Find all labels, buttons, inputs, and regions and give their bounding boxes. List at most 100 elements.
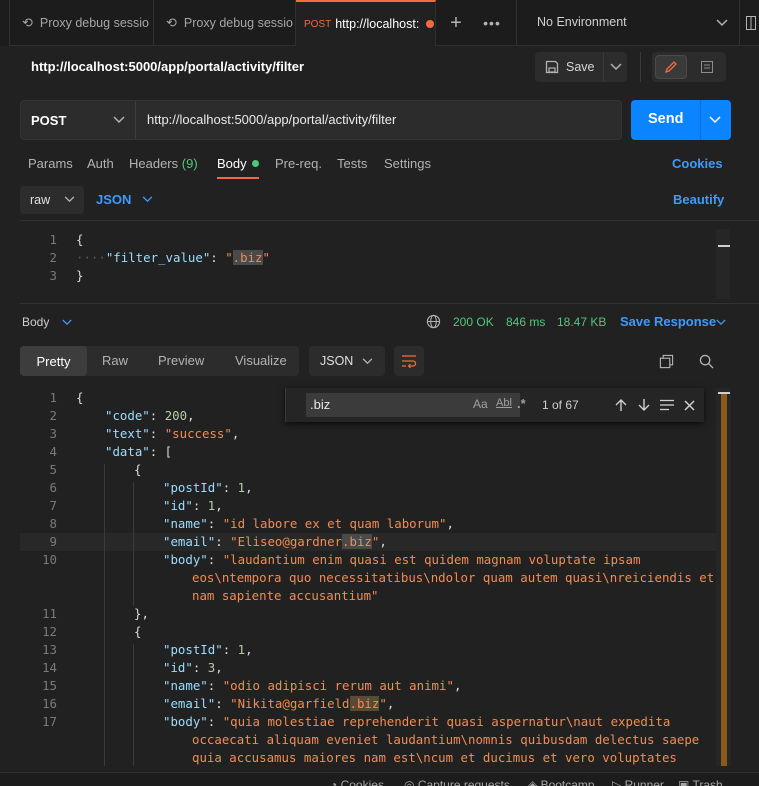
- close-icon[interactable]: [684, 400, 695, 411]
- scroll-thumb[interactable]: [718, 245, 730, 247]
- code-content: "id": 3,: [163, 659, 223, 677]
- send-chevron-icon[interactable]: [709, 116, 721, 124]
- code-line: 5{: [20, 461, 716, 479]
- code-token: "text": [105, 426, 150, 441]
- response-size[interactable]: 18.47 KB: [557, 315, 606, 329]
- save-response-button[interactable]: Save Response: [620, 314, 716, 329]
- code-token: :: [215, 696, 231, 711]
- find-input[interactable]: .biz Aa Abl .*: [306, 393, 526, 417]
- wrap-lines-icon[interactable]: [394, 346, 424, 376]
- search-match: .biz: [232, 250, 263, 265]
- tab-settings[interactable]: Settings: [384, 156, 431, 171]
- response-scrollbar[interactable]: [716, 388, 731, 766]
- chevron-down-icon[interactable]: [142, 196, 153, 203]
- match-word-icon[interactable]: Abl: [496, 397, 512, 409]
- tab-body[interactable]: Body: [217, 156, 259, 171]
- chevron-down-icon[interactable]: [716, 319, 726, 326]
- code-token: "name": [163, 516, 208, 531]
- cookies-link[interactable]: Cookies: [672, 156, 723, 171]
- tab-params[interactable]: Params: [28, 156, 73, 171]
- copy-icon[interactable]: [659, 354, 674, 369]
- tab-proxy-debug-1[interactable]: ⟲ Proxy debug sessio: [10, 0, 154, 46]
- scroll-thumb[interactable]: [718, 392, 730, 394]
- match-case-icon[interactable]: Aa: [473, 397, 488, 411]
- view-mode-toggle: [652, 52, 726, 82]
- code-content: "name": "odio adipisci rerum aut animi",: [163, 677, 461, 695]
- environment-selector[interactable]: No Environment: [537, 15, 627, 29]
- status-bar: ◔ Cookies ◎ Capture requests ◈ Bootcamp …: [0, 772, 759, 786]
- tab-proxy-debug-2[interactable]: ⟲ Proxy debug sessio: [154, 0, 296, 46]
- body-mode-select[interactable]: raw: [20, 186, 84, 214]
- edit-pencil-icon[interactable]: [655, 55, 687, 79]
- code-content: "body": "laudantium enim quasi est quide…: [163, 551, 640, 569]
- chevron-down-icon[interactable]: [714, 13, 730, 33]
- tab-auth[interactable]: Auth: [87, 156, 114, 171]
- statusbar-capture[interactable]: ◎ Capture requests: [404, 778, 510, 786]
- code-content: {: [76, 389, 83, 407]
- code-content: "email": "Eliseo@gardner.biz",: [163, 533, 387, 551]
- request-title[interactable]: http://localhost:5000/app/portal/activit…: [31, 59, 304, 74]
- url-input[interactable]: http://localhost:5000/app/portal/activit…: [147, 112, 396, 127]
- divider: [20, 303, 759, 304]
- statusbar-cookies[interactable]: ◔ Cookies: [330, 778, 384, 786]
- code-content: nam sapiente accusantium": [192, 587, 379, 605]
- code-token: ,: [245, 480, 253, 495]
- find-in-selection-icon[interactable]: [659, 399, 675, 411]
- chevron-down-icon[interactable]: [62, 319, 72, 326]
- statusbar-bootcamp[interactable]: ◈ Bootcamp: [528, 778, 595, 786]
- sidebar-toggle-icon[interactable]: [745, 14, 757, 32]
- method-select[interactable]: POST: [21, 101, 135, 139]
- code-line: eos\ntempora quo necessitatibus\ndolor q…: [20, 569, 716, 587]
- regex-icon[interactable]: .*: [517, 396, 526, 411]
- response-body-select[interactable]: Body: [22, 315, 49, 329]
- beautify-link[interactable]: Beautify: [673, 192, 724, 207]
- tab-active-request[interactable]: POST http://localhost:: [296, 0, 436, 46]
- save-chevron-icon[interactable]: [610, 63, 622, 71]
- statusbar-trash[interactable]: ▣ Trash: [678, 778, 723, 786]
- code-token: "laudantium enim quasi est quidem magnam…: [222, 552, 641, 567]
- request-body-editor[interactable]: 1 2 3 { ····"filter_value": ".biz" }: [20, 229, 731, 299]
- view-tab-pretty[interactable]: Pretty: [20, 346, 87, 376]
- code-token: : [: [149, 444, 173, 459]
- tab-headers[interactable]: Headers (9): [129, 156, 198, 171]
- code-token: "code": [105, 408, 150, 423]
- view-tab-visualize[interactable]: Visualize: [235, 353, 287, 368]
- code-token: nam sapiente accusantium": [192, 588, 379, 603]
- tab-prereq[interactable]: Pre-req.: [275, 156, 322, 171]
- code-token: :: [149, 408, 165, 423]
- editor-scrollbar[interactable]: [716, 229, 730, 299]
- new-tab-plus-icon[interactable]: +: [444, 12, 468, 34]
- view-tab-raw[interactable]: Raw: [102, 353, 128, 368]
- arrow-down-icon[interactable]: [638, 398, 650, 412]
- code-token: {: [134, 624, 142, 639]
- response-time[interactable]: 846 ms: [506, 315, 545, 329]
- save-button[interactable]: Save: [535, 52, 627, 82]
- view-tabs: Pretty Raw Preview Visualize: [20, 346, 299, 376]
- body-mode-label: raw: [30, 193, 51, 207]
- unsaved-dot-icon[interactable]: [426, 20, 435, 28]
- tab-headers-label: Headers: [129, 156, 179, 171]
- more-tabs-icon[interactable]: •••: [480, 12, 504, 34]
- code-token: ,: [215, 498, 223, 513]
- view-tab-preview[interactable]: Preview: [158, 353, 204, 368]
- status-code[interactable]: 200 OK: [453, 315, 494, 329]
- indent-guide: [104, 464, 105, 766]
- tab-tests[interactable]: Tests: [337, 156, 367, 171]
- send-button[interactable]: Send: [631, 100, 731, 140]
- search-match-current: .biz: [342, 534, 372, 549]
- arrow-up-icon[interactable]: [615, 398, 627, 412]
- line-number: 9: [49, 534, 57, 549]
- chevron-down-icon: [113, 116, 125, 124]
- statusbar-runner[interactable]: ▷ Runner: [612, 778, 664, 786]
- line-number: 2: [49, 408, 57, 423]
- documentation-icon[interactable]: [692, 55, 722, 79]
- response-language-select[interactable]: JSON: [309, 346, 385, 376]
- code-line: 8 "name": "id labore ex et quam laborum",: [20, 515, 716, 533]
- globe-icon[interactable]: [426, 314, 441, 329]
- response-body-viewer[interactable]: 1 {2 "code": 200, 3 "text": "success", 4 "data…: [20, 388, 720, 766]
- search-icon[interactable]: [699, 354, 714, 369]
- code-line: 16 "email": "Nikita@garfield.biz",: [20, 695, 716, 713]
- headers-count: (9): [181, 156, 198, 171]
- code-content: "email": "Nikita@garfield.biz",: [163, 695, 394, 713]
- body-language-select[interactable]: JSON: [96, 192, 131, 207]
